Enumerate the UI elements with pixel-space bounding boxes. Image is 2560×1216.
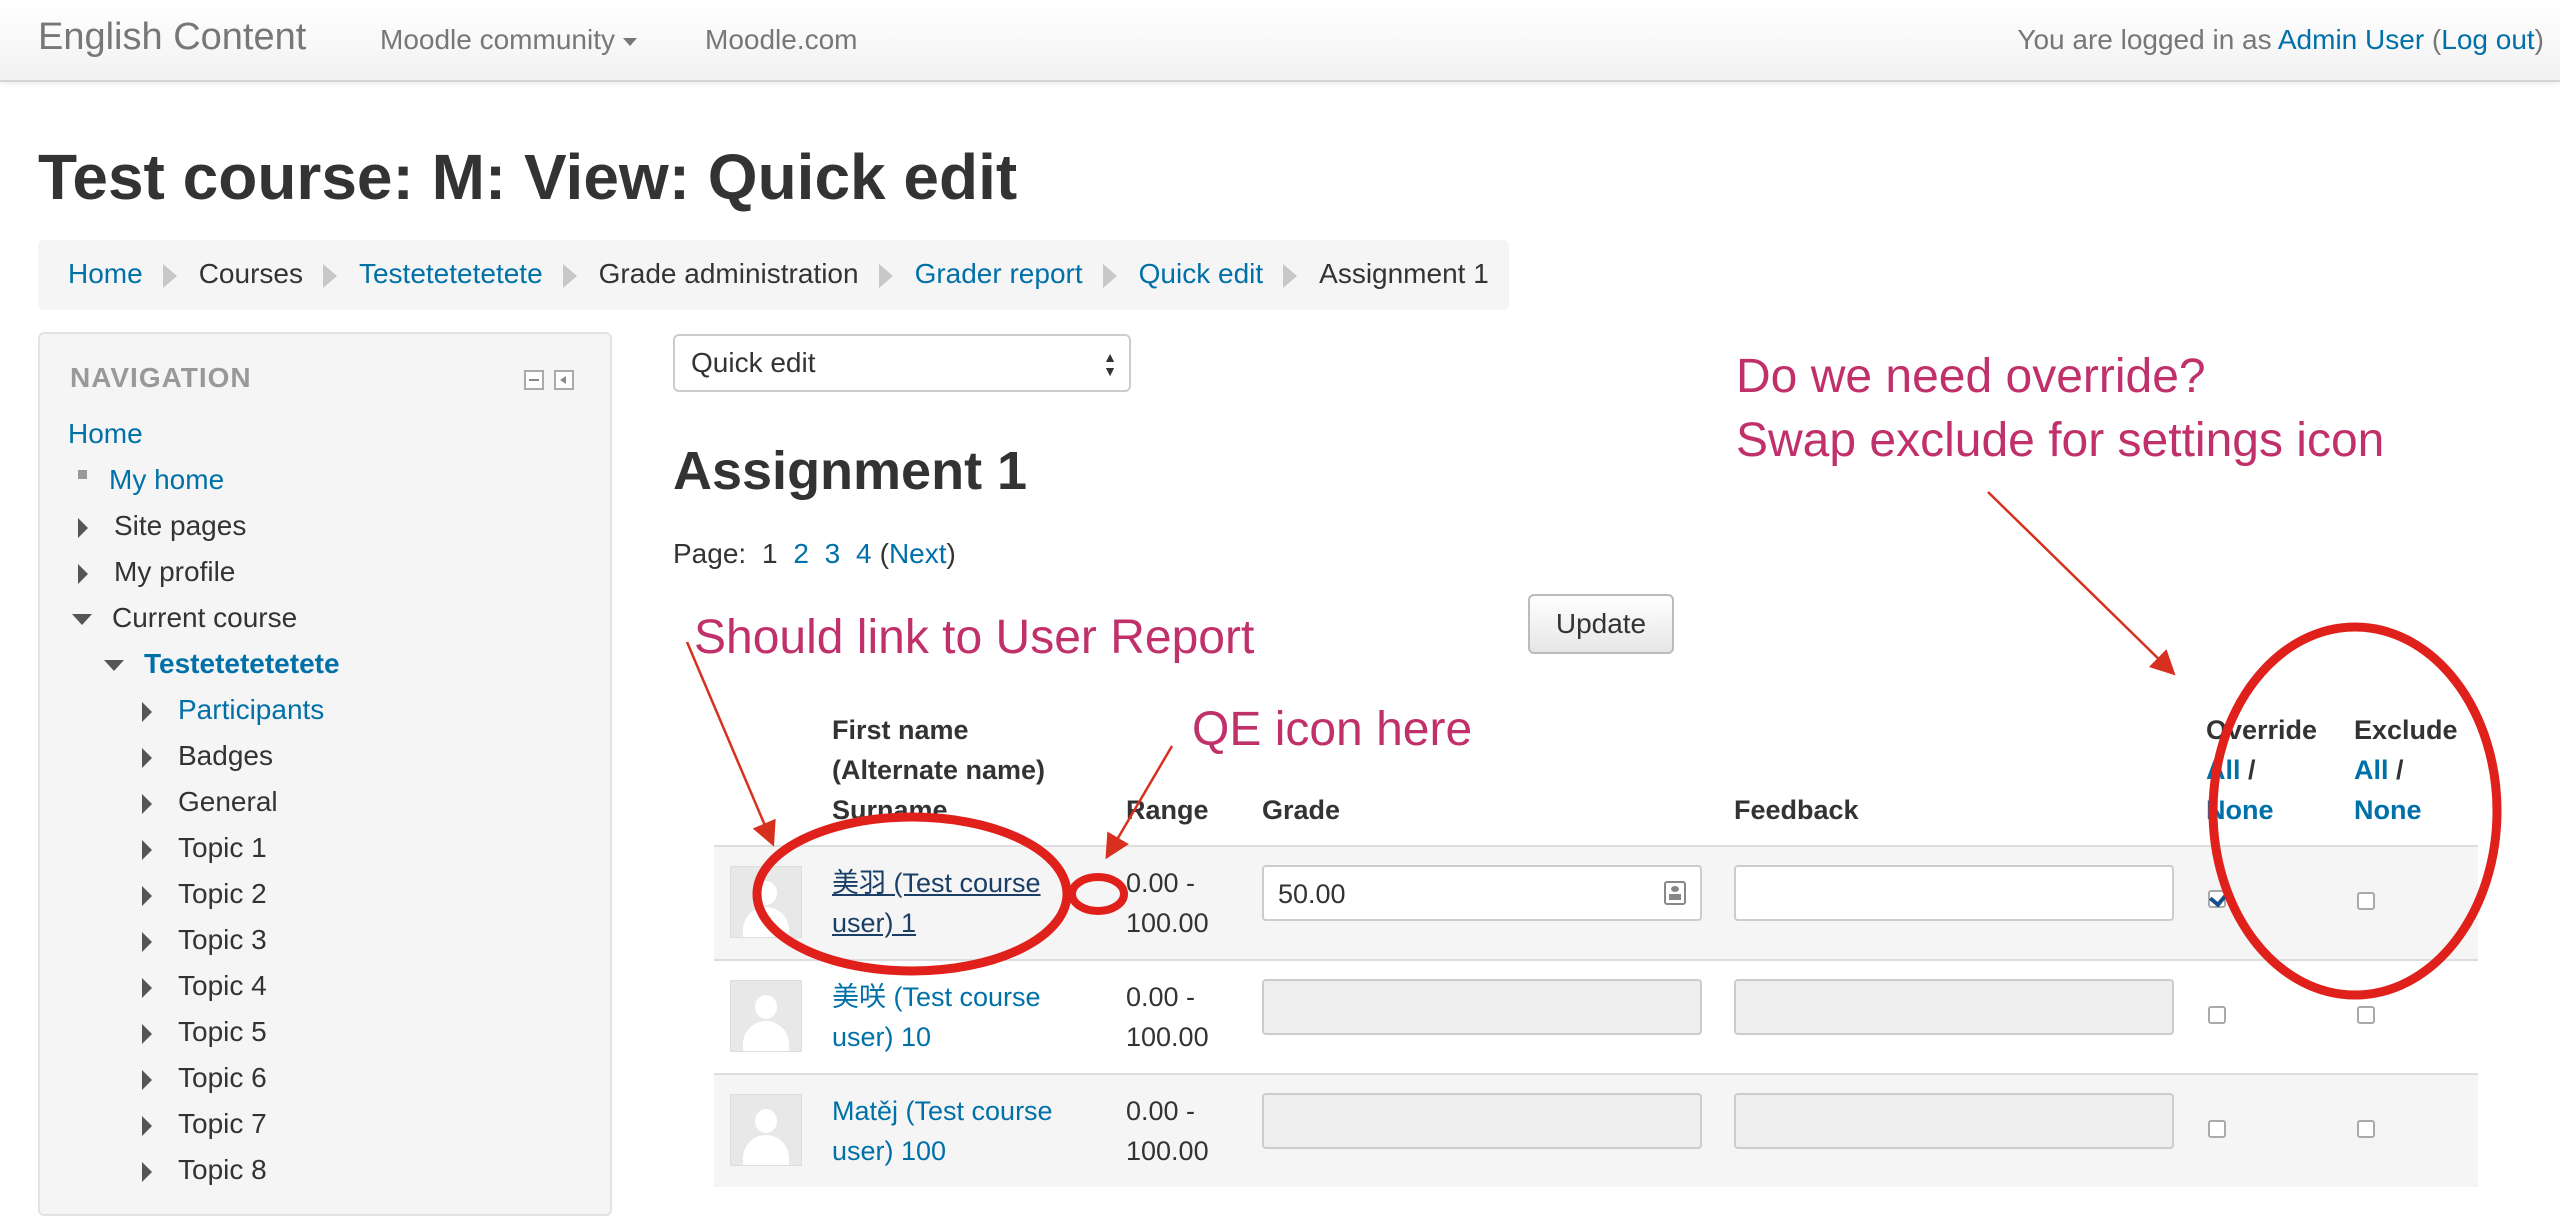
annotation-override-line1: Do we need override? [1736,350,2206,403]
annotation-arrow-qe [1105,745,1174,860]
annotation-arrow-username [685,641,776,847]
annotation-arrow-override [1987,491,2176,676]
annotation-overlay [685,491,2502,1000]
annotation-override-line2: Swap exclude for settings icon [1736,414,2385,467]
annotation-qe-note: QE icon here [1192,703,1473,756]
annotation-circle-qe [1068,873,1128,915]
annotation-user-report-note: Should link to User Report [694,611,1255,664]
annotation-circle-override-exclude [2208,622,2502,1000]
annotation-override-note: Do we need override? Swap exclude for se… [1736,345,2384,473]
annotation-circle-username [752,812,1072,976]
